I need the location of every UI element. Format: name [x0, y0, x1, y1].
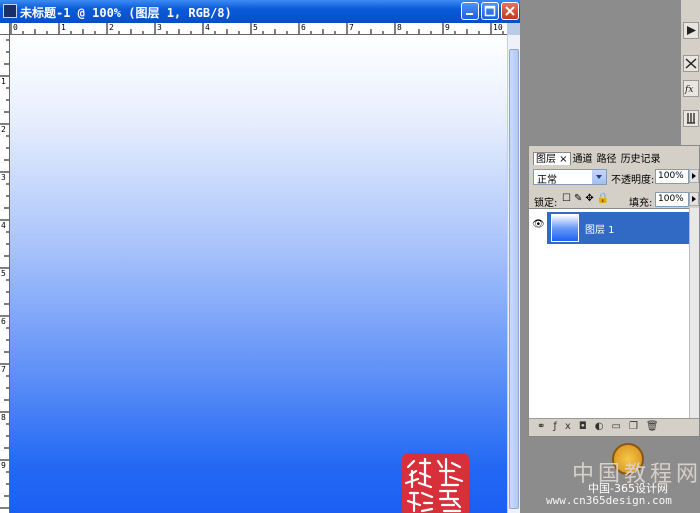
blend-mode-value: 正常 [537, 175, 557, 186]
ruler-h-label: 1 [61, 23, 66, 32]
trash-icon[interactable]: 🗑 [646, 421, 667, 432]
scissors-icon [685, 58, 697, 69]
fx-icon: fx [684, 85, 693, 95]
tab-history[interactable]: 历史记录 [619, 153, 663, 166]
seal-pattern-icon [404, 457, 464, 513]
watermark-url: www.cn365design.com [546, 494, 672, 507]
fx-icon[interactable]: ƒx [553, 421, 578, 432]
ruler-h-label: 9 [445, 23, 450, 32]
lock-label: 锁定: [534, 198, 558, 209]
red-seal-stamp [402, 453, 469, 513]
lock-paint-icon[interactable]: ✎ [574, 193, 585, 204]
opacity-label: 不透明度: [611, 175, 655, 186]
document-canvas[interactable] [10, 35, 507, 513]
ruler-v-label: 5 [1, 269, 6, 278]
layers-bottom-bar: ⚭ƒx◘◐▭❐🗑 [529, 418, 699, 436]
ruler-h-label: 8 [397, 23, 402, 32]
options-tool-column: fx [681, 0, 700, 150]
ruler-h-label: 5 [253, 23, 258, 32]
ruler-v-label: 3 [1, 173, 6, 182]
document-title: 未标题-1 @ 100% (图层 1, RGB/8) [20, 6, 232, 20]
svg-text:fx: fx [684, 85, 693, 95]
fill-label: 填充: [629, 198, 653, 209]
ruler-v-label: 2 [1, 125, 6, 134]
minimize-icon [466, 13, 473, 15]
new-layer-icon[interactable]: ❐ [629, 421, 646, 432]
tab-layers-label: 图层 [536, 154, 556, 165]
ruler-v-label: 1 [1, 77, 6, 86]
layers-panel: 图层 × 通道 路径 历史记录 正常 不透明度: 100% 锁定: ☐✎✥🔒 填充: … [528, 145, 700, 437]
lock-transparency-icon[interactable]: ☐ [562, 193, 574, 204]
lock-all-icon[interactable]: 🔒 [597, 193, 612, 204]
layer-thumbnail [551, 214, 579, 242]
close-button[interactable] [501, 2, 519, 20]
ruler-origin[interactable] [0, 23, 10, 35]
tab-channels[interactable]: 通道 [571, 153, 595, 166]
ruler-h-label: 10 [493, 23, 503, 32]
chevron-right-icon [692, 173, 696, 179]
opacity-input[interactable]: 100% [655, 169, 689, 184]
tab-paths[interactable]: 路径 [595, 153, 619, 166]
maximize-button[interactable] [481, 2, 499, 20]
ruler-h-label: 6 [301, 23, 306, 32]
mask-icon[interactable]: ◘ [579, 421, 595, 432]
maximize-icon [484, 5, 496, 17]
chevron-down-icon [592, 170, 606, 184]
document-titlebar[interactable]: 未标题-1 @ 100% (图层 1, RGB/8) [0, 0, 520, 23]
vertical-scrollbar[interactable] [507, 35, 520, 513]
brush-tool-button[interactable] [683, 110, 699, 127]
play-icon [687, 26, 696, 35]
ruler-h-label: 7 [349, 23, 354, 32]
brush-icon [687, 113, 695, 124]
photoshop-document-icon [3, 4, 17, 18]
layer-row[interactable]: 图层 1 [547, 212, 690, 244]
layer-name: 图层 1 [585, 225, 615, 236]
close-icon [505, 6, 515, 16]
lock-move-icon[interactable]: ✥ [585, 193, 596, 204]
ruler-h-label: 2 [109, 23, 114, 32]
ruler-h-label: 0 [13, 23, 18, 32]
lock-options[interactable]: ☐✎✥🔒 [562, 193, 612, 204]
eye-icon[interactable]: 👁 [532, 219, 545, 230]
layer-list: 👁 图层 1 [529, 208, 699, 418]
ruler-v-label: 9 [1, 461, 6, 470]
ruler-vertical[interactable]: 1 2 3 4 5 6 7 8 9 [0, 35, 10, 513]
chevron-right-icon [692, 196, 696, 202]
layer-list-scrollbar[interactable] [689, 208, 699, 418]
fill-input[interactable]: 100% [655, 192, 689, 207]
ruler-horizontal-ticks [10, 23, 504, 34]
panel-tabs: 图层 × 通道 路径 历史记录 [533, 152, 663, 166]
folder-icon[interactable]: ▭ [612, 421, 629, 432]
opacity-arrow-button[interactable] [689, 169, 699, 183]
ruler-v-label: 4 [1, 221, 6, 230]
ruler-v-label: 6 [1, 317, 6, 326]
minimize-button[interactable] [461, 2, 479, 20]
tab-layers[interactable]: 图层 × [533, 152, 571, 165]
adjustment-icon[interactable]: ◐ [595, 421, 612, 432]
scissors-tool-button[interactable] [683, 55, 699, 72]
layer-actions: ⚭ƒx◘◐▭❐🗑 [537, 421, 667, 432]
ruler-h-label: 3 [157, 23, 162, 32]
link-icon[interactable]: ⚭ [537, 421, 553, 432]
play-tool-button[interactable] [683, 22, 699, 39]
ruler-horizontal[interactable]: 0 1 2 3 4 5 6 7 8 9 10 [10, 23, 507, 35]
fx-tool-button[interactable]: fx [683, 80, 699, 97]
ruler-v-label: 7 [1, 365, 6, 374]
blend-mode-select[interactable]: 正常 [533, 169, 607, 186]
fill-arrow-button[interactable] [689, 192, 699, 206]
ruler-h-label: 4 [205, 23, 210, 32]
ruler-v-label: 8 [1, 413, 6, 422]
document-window: 未标题-1 @ 100% (图层 1, RGB/8) 0 1 2 3 4 5 6… [0, 0, 520, 513]
scrollbar-thumb[interactable] [509, 49, 519, 509]
